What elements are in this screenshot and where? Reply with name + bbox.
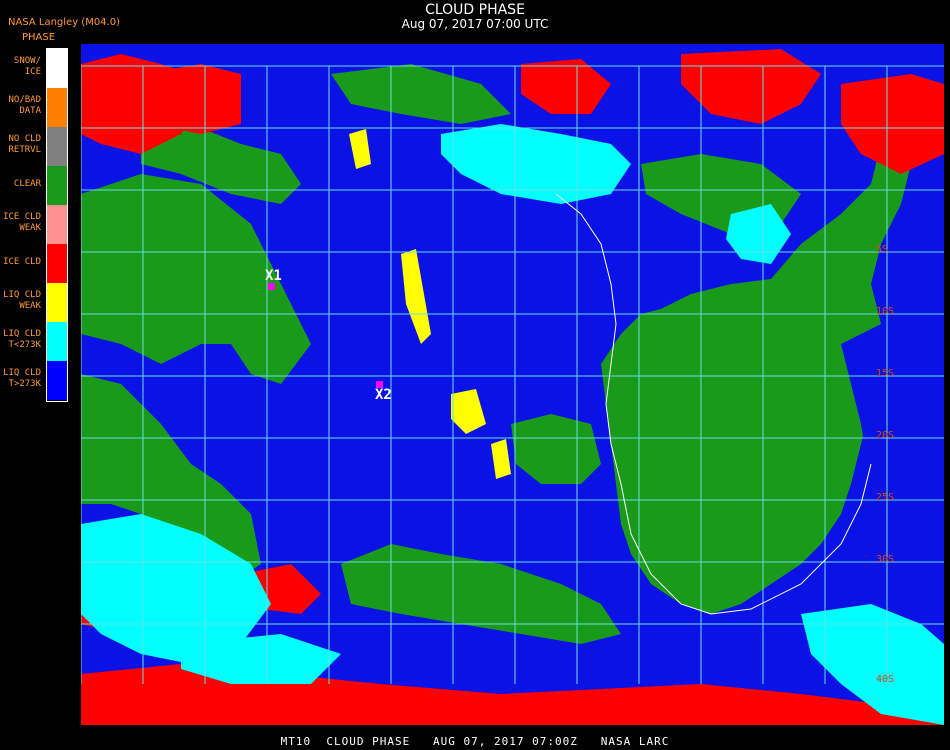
marker-x1-point xyxy=(268,283,275,290)
map-timestamp: Aug 07, 2017 07:00 UTC xyxy=(401,17,549,31)
lat-label-25s: 25S xyxy=(876,492,895,503)
lat-label-5s: 5S xyxy=(876,244,889,255)
legend-title: PHASE xyxy=(22,32,56,43)
legend-swatch-6 xyxy=(47,283,67,322)
legend-label-4: ICE CLD WEAK xyxy=(3,212,41,233)
producer-label: NASA Langley (M04.0) xyxy=(8,17,120,28)
lat-label-10s: 10S xyxy=(876,306,895,317)
legend-label-5: ICE CLD xyxy=(3,257,41,267)
legend-swatch-3 xyxy=(47,166,67,205)
legend-label-7: LIQ CLD T<273K xyxy=(3,329,41,350)
legend-label-2: NO CLD RETRVL xyxy=(8,134,41,155)
legend-swatch-1 xyxy=(47,88,67,127)
marker-x1-label: X1 xyxy=(265,268,282,284)
legend-swatch-7 xyxy=(47,322,67,361)
lat-label-40s: 40S xyxy=(876,674,895,685)
legend-label-1: NO/BAD DATA xyxy=(8,95,41,116)
marker-x2-label: X2 xyxy=(375,387,392,403)
map-canvas xyxy=(81,44,944,725)
legend-color-bar xyxy=(46,48,68,402)
legend-label-3: CLEAR xyxy=(13,179,41,189)
lat-label-15s: 15S xyxy=(876,368,895,379)
legend-label-8: LIQ CLD T>273K xyxy=(3,368,41,389)
legend-swatch-8 xyxy=(47,361,67,400)
legend-swatch-0 xyxy=(47,49,67,88)
footer-caption: MT10 CLOUD PHASE AUG 07, 2017 07:00Z NAS… xyxy=(280,735,670,748)
legend-swatch-2 xyxy=(47,127,67,166)
lat-label-30s: 30S xyxy=(876,554,895,565)
legend-swatch-5 xyxy=(47,244,67,283)
legend-label-6: LIQ CLD WEAK xyxy=(3,290,41,311)
ice-cloud-north-center xyxy=(141,64,241,134)
cloud-phase-map: X1 X2 5S 10S 15S 20S 25S 30S 40S xyxy=(81,44,944,725)
legend-swatch-4 xyxy=(47,205,67,244)
lat-label-20s: 20S xyxy=(876,430,895,441)
map-title: CLOUD PHASE xyxy=(425,2,525,18)
legend-label-0: SNOW/ ICE xyxy=(13,56,41,77)
